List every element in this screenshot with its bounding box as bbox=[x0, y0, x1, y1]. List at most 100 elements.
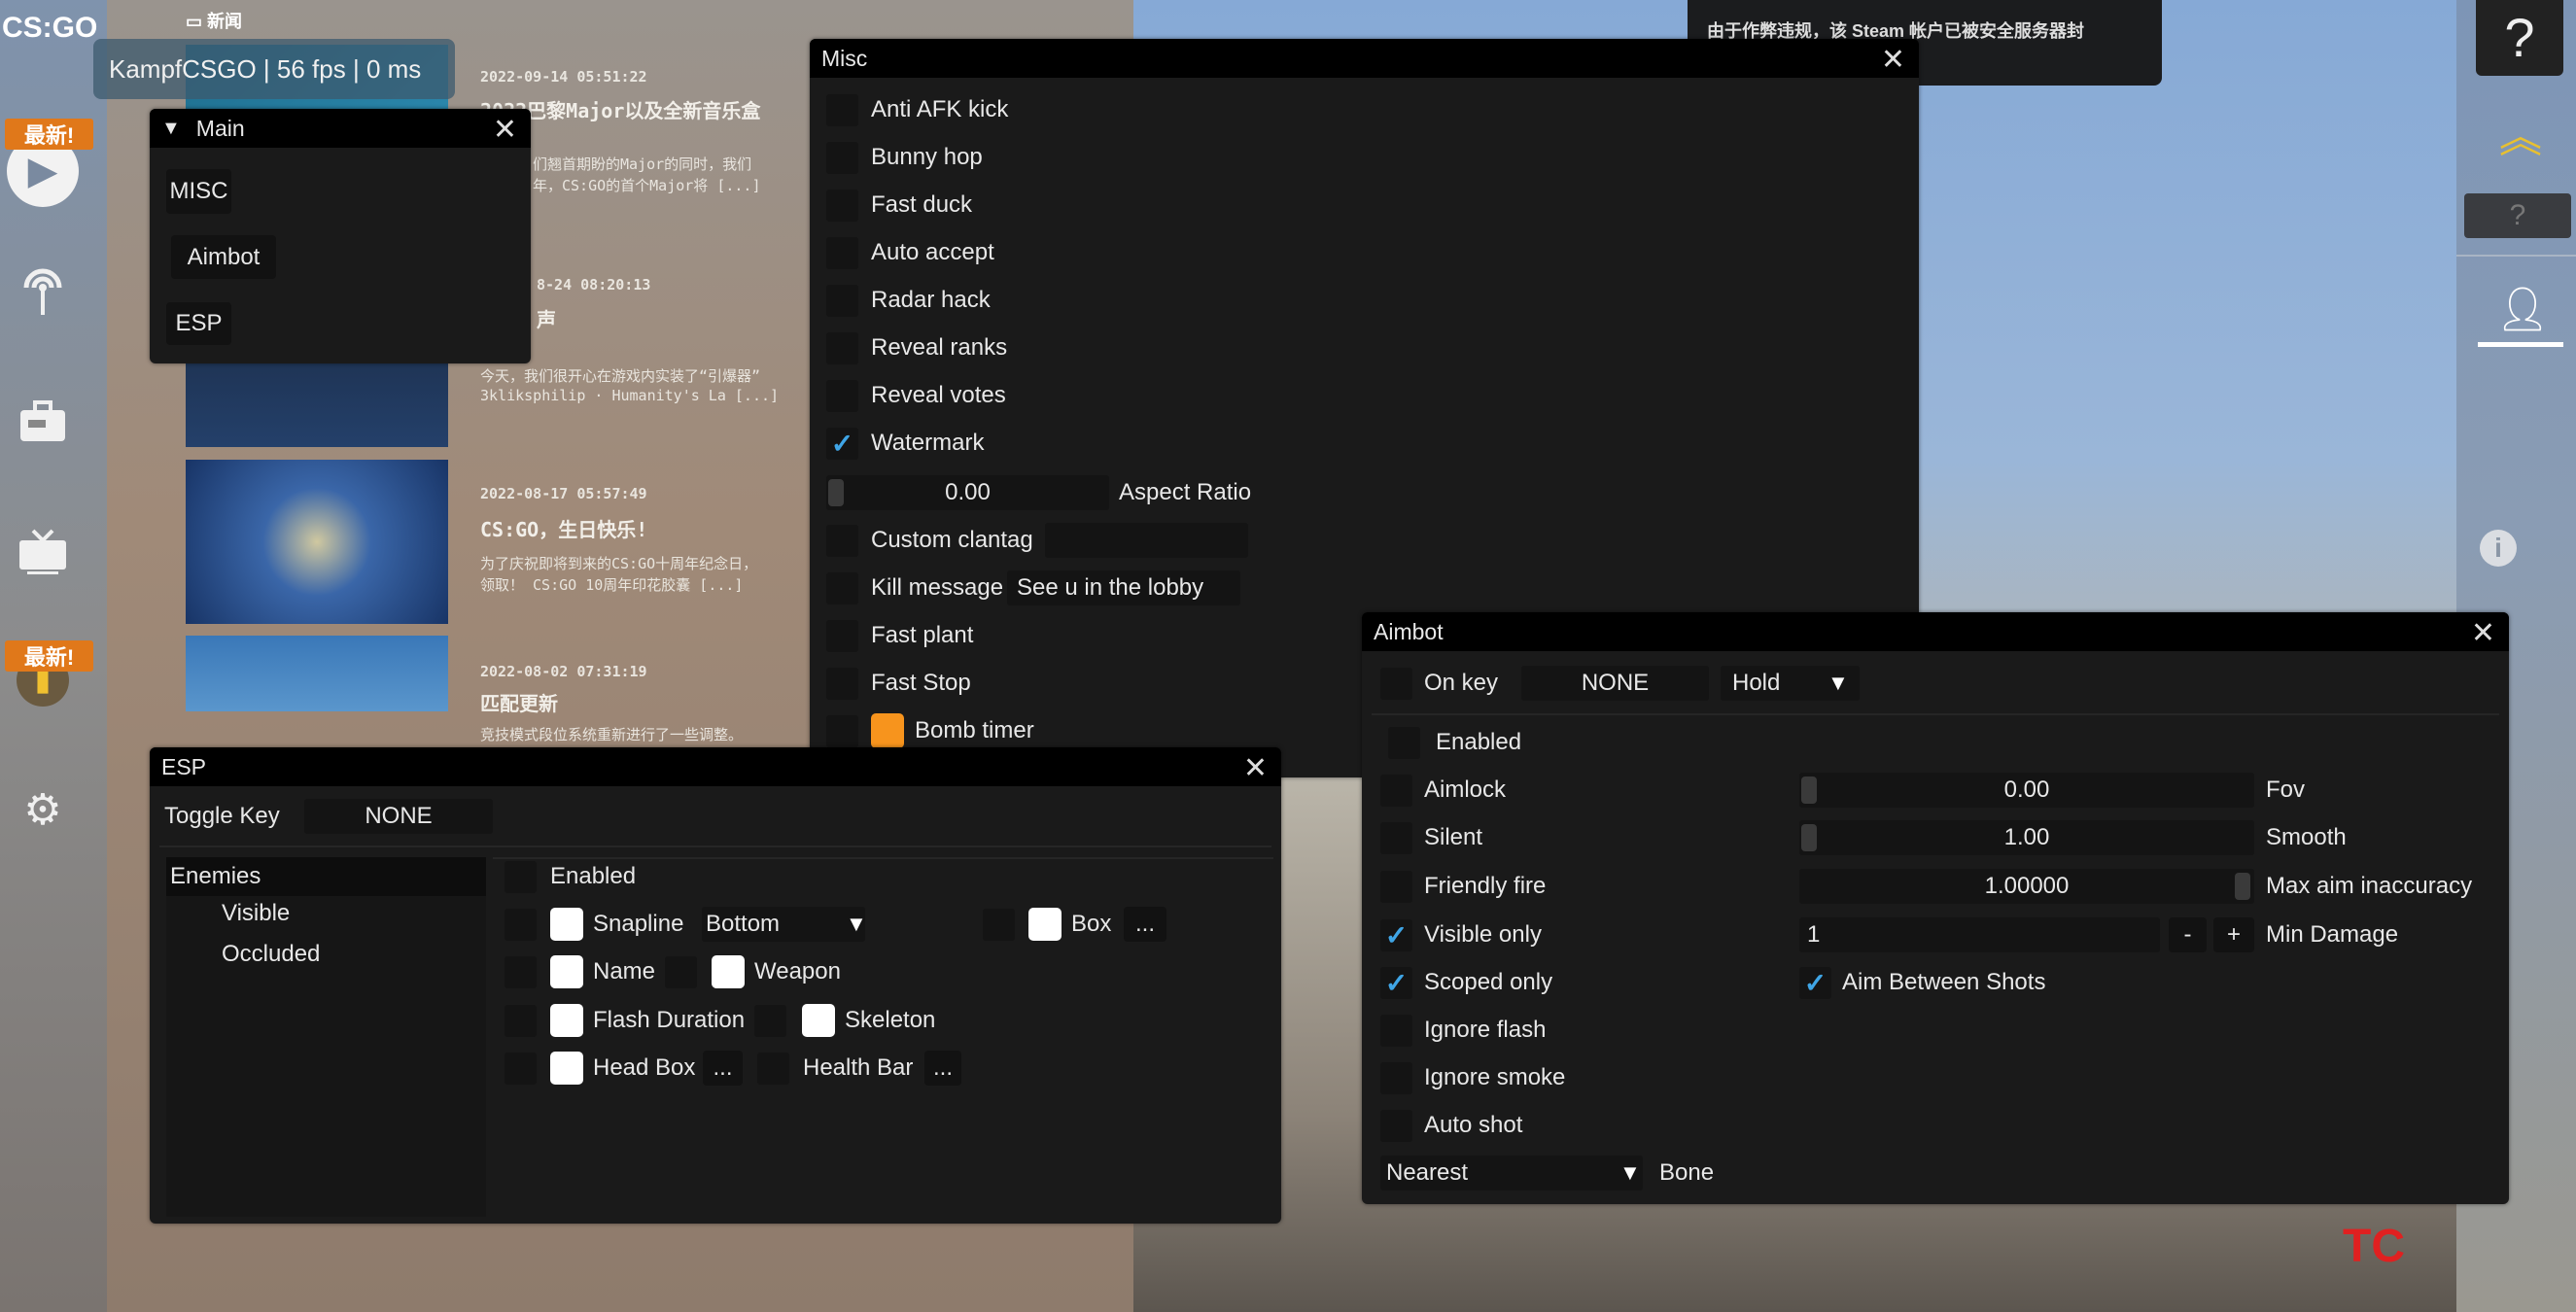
weapon-color-swatch[interactable] bbox=[712, 955, 745, 988]
option-checkbox[interactable] bbox=[1380, 1061, 1412, 1094]
snapline-label: Snapline bbox=[593, 911, 684, 937]
news-title[interactable]: 声 bbox=[537, 304, 556, 332]
misc-button[interactable]: MISC bbox=[166, 169, 231, 214]
option-checkbox[interactable] bbox=[826, 236, 858, 269]
option-checkbox[interactable] bbox=[1380, 774, 1412, 807]
aim-between-shots-checkbox[interactable]: ✓ bbox=[1799, 966, 1831, 999]
snapline-color-swatch[interactable] bbox=[550, 908, 583, 941]
kill-message-row: Kill message See u in the lobby bbox=[810, 570, 1296, 605]
new-badge: 最新! bbox=[5, 640, 93, 672]
news-desc: 们翘首期盼的Major的同时，我们 bbox=[533, 155, 752, 173]
esp-enabled-checkbox[interactable] bbox=[505, 860, 537, 893]
broadcast-icon[interactable] bbox=[14, 259, 72, 317]
name-checkbox[interactable] bbox=[505, 955, 537, 988]
fast-stop-checkbox[interactable] bbox=[826, 667, 858, 700]
head-box-options-button[interactable]: ... bbox=[703, 1051, 743, 1086]
aimbot-button[interactable]: Aimbot bbox=[171, 235, 276, 279]
box-color-swatch[interactable] bbox=[1028, 908, 1062, 941]
on-key-button[interactable]: NONE bbox=[1521, 666, 1709, 701]
option-label: Visible only bbox=[1424, 921, 1542, 948]
site-logo: TC bbox=[2343, 1221, 2405, 1272]
max-aim-inaccuracy-slider[interactable]: 1.00000 bbox=[1799, 869, 2254, 904]
custom-clantag-input[interactable] bbox=[1045, 523, 1248, 558]
tv-icon[interactable] bbox=[14, 523, 72, 581]
main-titlebar[interactable]: ▼ Main bbox=[150, 109, 531, 148]
profile-icon[interactable]: 👤︎ bbox=[2495, 284, 2550, 334]
news-desc: 今天，我们很开心在游戏内实装了“引爆器” bbox=[480, 367, 761, 385]
inventory-icon[interactable] bbox=[14, 393, 72, 451]
option-checkbox[interactable] bbox=[1380, 1109, 1412, 1142]
option-checkbox[interactable] bbox=[1380, 821, 1412, 854]
flash-duration-checkbox[interactable] bbox=[505, 1004, 537, 1037]
option-checkbox[interactable]: ✓ bbox=[1380, 918, 1412, 951]
news-title[interactable]: 匹配更新 bbox=[480, 688, 558, 716]
option-label: Aimlock bbox=[1424, 777, 1507, 803]
weapon-checkbox[interactable] bbox=[665, 955, 697, 988]
skeleton-color-swatch[interactable] bbox=[802, 1004, 835, 1037]
info-icon[interactable]: i bbox=[2480, 530, 2517, 567]
option-checkbox[interactable] bbox=[826, 189, 858, 222]
bomb-timer-checkbox[interactable] bbox=[826, 714, 858, 747]
main-window: ▼ Main ✕ MISC Aimbot ESP bbox=[150, 109, 531, 363]
fov-slider[interactable]: 0.00 bbox=[1799, 773, 2254, 808]
close-icon[interactable]: ✕ bbox=[1243, 751, 1268, 785]
snapline-combo[interactable]: Bottom ▼ bbox=[702, 907, 867, 942]
news-thumbnail[interactable] bbox=[186, 460, 448, 624]
skeleton-checkbox[interactable] bbox=[754, 1004, 786, 1037]
close-icon[interactable]: ✕ bbox=[2471, 616, 2495, 650]
rank-chevron-icon[interactable]: ︽ bbox=[2499, 117, 2542, 159]
box-options-button[interactable]: ... bbox=[1124, 907, 1166, 942]
min-damage-input[interactable]: 1 bbox=[1799, 917, 2160, 952]
bone-combo[interactable]: Nearest ▼ bbox=[1380, 1156, 1643, 1191]
news-title[interactable]: CS:GO，生日快乐! bbox=[480, 514, 647, 542]
option-checkbox[interactable] bbox=[826, 331, 858, 364]
custom-clantag-checkbox[interactable] bbox=[826, 524, 858, 557]
aim-between-shots-label: Aim Between Shots bbox=[1842, 969, 2046, 995]
misc-option-row: Anti AFK kick bbox=[810, 92, 1199, 127]
option-checkbox[interactable]: ✓ bbox=[826, 427, 858, 460]
name-color-swatch[interactable] bbox=[550, 955, 583, 988]
kill-message-checkbox[interactable] bbox=[826, 571, 858, 604]
snapline-checkbox[interactable] bbox=[505, 908, 537, 941]
combo-value: Hold bbox=[1732, 670, 1781, 696]
misc-titlebar[interactable]: Misc bbox=[810, 39, 1919, 78]
aimbot-titlebar[interactable]: Aimbot bbox=[1362, 612, 2509, 651]
toggle-key-button[interactable]: NONE bbox=[304, 799, 493, 834]
option-checkbox[interactable] bbox=[1380, 870, 1412, 903]
fast-plant-checkbox[interactable] bbox=[826, 619, 858, 652]
option-checkbox[interactable] bbox=[826, 93, 858, 126]
flash-duration-color-swatch[interactable] bbox=[550, 1004, 583, 1037]
slider-value: 0.00 bbox=[945, 479, 991, 505]
option-checkbox[interactable] bbox=[826, 141, 858, 174]
option-checkbox[interactable] bbox=[1380, 1014, 1412, 1047]
collapse-triangle-icon[interactable]: ▼ bbox=[161, 118, 181, 140]
option-label: Silent bbox=[1424, 824, 1483, 850]
box-checkbox[interactable] bbox=[983, 908, 1015, 941]
head-box-checkbox[interactable] bbox=[505, 1052, 537, 1085]
gear-icon[interactable]: ⚙ bbox=[14, 780, 72, 839]
health-bar-checkbox[interactable] bbox=[757, 1052, 789, 1085]
close-icon[interactable]: ✕ bbox=[493, 113, 517, 147]
help-icon[interactable]: ? bbox=[2476, 0, 2563, 76]
esp-button[interactable]: ESP bbox=[166, 302, 231, 345]
aimbot-enabled-checkbox[interactable] bbox=[1388, 726, 1420, 759]
esp-enabled-label: Enabled bbox=[550, 863, 637, 889]
head-box-color-swatch[interactable] bbox=[550, 1052, 583, 1085]
smooth-slider[interactable]: 1.00 bbox=[1799, 820, 2254, 855]
decrement-button[interactable]: - bbox=[2169, 917, 2207, 952]
key-mode-combo[interactable]: Hold ▼ bbox=[1721, 666, 1860, 701]
option-checkbox[interactable]: ✓ bbox=[1380, 966, 1412, 999]
increment-button[interactable]: + bbox=[2213, 917, 2254, 952]
aspect-ratio-slider[interactable]: 0.00 bbox=[826, 475, 1109, 510]
news-thumbnail[interactable] bbox=[186, 636, 448, 711]
slider-value: 1.00 bbox=[2003, 824, 2050, 850]
on-key-checkbox[interactable] bbox=[1380, 667, 1412, 700]
kill-message-input[interactable]: See u in the lobby bbox=[1007, 570, 1240, 605]
health-bar-options-button[interactable]: ... bbox=[924, 1051, 961, 1086]
option-checkbox[interactable] bbox=[826, 379, 858, 412]
esp-titlebar[interactable]: ESP bbox=[150, 747, 1281, 786]
close-icon[interactable]: ✕ bbox=[1881, 43, 1905, 77]
option-checkbox[interactable] bbox=[826, 284, 858, 317]
bomb-timer-color-swatch[interactable] bbox=[871, 713, 904, 748]
unknown-rank-icon[interactable]: ? bbox=[2464, 193, 2571, 238]
